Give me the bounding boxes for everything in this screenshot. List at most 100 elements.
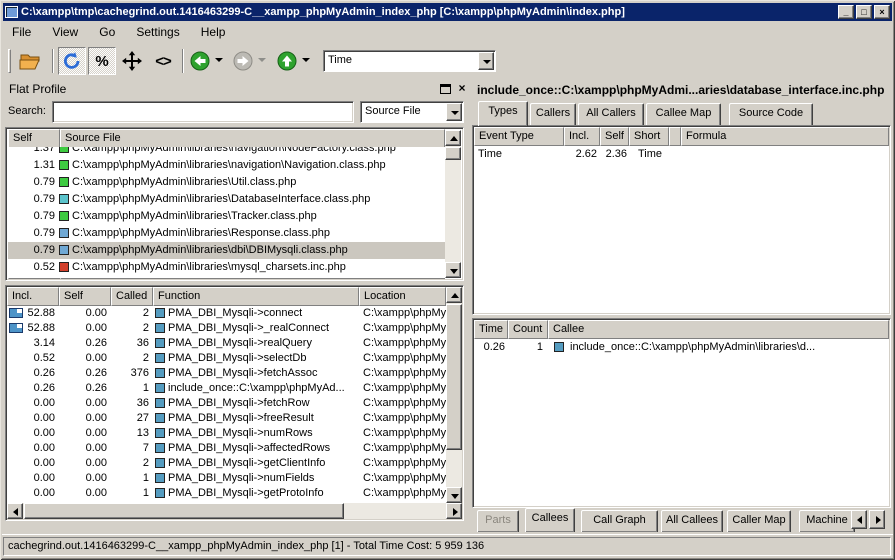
scrollbar-thumb[interactable] [445, 147, 461, 160]
event-type-combobox[interactable]: Time [323, 50, 496, 72]
tab-types[interactable]: Types [478, 101, 528, 126]
column-header-self[interactable]: Self [59, 287, 111, 306]
incl-cost: 0.26 [7, 366, 55, 381]
column-header-callee[interactable]: Callee [548, 320, 889, 339]
scrollbar-thumb[interactable] [446, 304, 462, 450]
callee-row[interactable]: 0.26 1 include_once::C:\xampp\phpMyAdmin… [474, 339, 889, 355]
expand-cost-button[interactable] [118, 47, 146, 75]
function-row[interactable]: 0.520.002 PMA_DBI_Mysqli->selectDbC:\xam… [7, 351, 446, 366]
scroll-down-button[interactable] [446, 487, 462, 503]
function-row[interactable]: 3.140.2636 PMA_DBI_Mysqli->realQueryC:\x… [7, 336, 446, 351]
source-file-row[interactable]: 0.79 C:\xampp\phpMyAdmin\libraries\Util.… [8, 174, 445, 191]
open-file-button[interactable] [17, 47, 45, 75]
tab-all-callers[interactable]: All Callers [578, 103, 644, 126]
column-header-function[interactable]: Function [153, 287, 359, 306]
function-row[interactable]: 0.000.001 PMA_DBI_Mysqli->numFieldsC:\xa… [7, 471, 446, 486]
cycle-detection-button[interactable]: <> [149, 47, 177, 75]
back-button[interactable] [188, 47, 212, 75]
incl-cost: 0.52 [7, 351, 55, 366]
tab-parts[interactable]: Parts [477, 510, 519, 532]
source-file-row[interactable]: 1.31 C:\xampp\phpMyAdmin\libraries\navig… [8, 157, 445, 174]
event-type-row[interactable]: Time 2.62 2.36 Time [474, 146, 889, 162]
column-header-self[interactable]: Self [600, 127, 629, 146]
percent-toggle-button[interactable]: % [88, 47, 116, 75]
minimize-button[interactable]: _ [838, 5, 854, 19]
column-header-formula[interactable]: Formula [681, 127, 889, 146]
source-file-row-selected[interactable]: 0.79 C:\xampp\phpMyAdmin\libraries\dbi\D… [8, 242, 445, 259]
scroll-down-button[interactable] [445, 262, 461, 278]
search-input[interactable] [52, 101, 354, 123]
group-by-combobox[interactable]: Source File [360, 101, 464, 123]
function-color-icon [155, 368, 165, 378]
self-cost: 0.26 [59, 366, 107, 381]
tabbar-scroll-left-button[interactable] [851, 510, 867, 529]
group-combobox-dropdown-button[interactable] [446, 103, 462, 121]
tab-label: All Callers [579, 104, 643, 119]
scroll-left-button[interactable] [7, 503, 23, 519]
tab-callees[interactable]: Callees [525, 508, 575, 532]
function-row[interactable]: 0.000.0027 PMA_DBI_Mysqli->freeResultC:\… [7, 411, 446, 426]
tab-source-code[interactable]: Source Code [729, 103, 813, 126]
file-path: C:\xampp\phpMyAdmin\libraries\navigation… [72, 147, 445, 157]
close-button[interactable]: × [874, 5, 890, 19]
function-row[interactable]: 0.000.007 PMA_DBI_Mysqli->affectedRowsC:… [7, 441, 446, 456]
column-header-count[interactable]: Count [508, 320, 548, 339]
scroll-right-button[interactable] [446, 503, 462, 519]
back-dropdown-caret[interactable] [215, 58, 223, 62]
column-header-location[interactable]: Location [359, 287, 446, 306]
source-file-row[interactable]: 0.52 C:\xampp\phpMyAdmin\libraries\user_… [8, 276, 445, 278]
tab-caller-map[interactable]: Caller Map [727, 510, 791, 532]
up-dropdown-caret[interactable] [302, 58, 310, 62]
tab-all-callees[interactable]: All Callees [661, 510, 723, 532]
source-file-row[interactable]: 1.37 C:\xampp\phpMyAdmin\libraries\navig… [8, 147, 445, 157]
menu-view[interactable]: View [43, 21, 87, 43]
column-header-called[interactable]: Called [111, 287, 153, 306]
forward-dropdown-caret[interactable] [258, 58, 266, 62]
function-row[interactable]: 0.260.26376 PMA_DBI_Mysqli->fetchAssocC:… [7, 366, 446, 381]
scroll-up-button[interactable] [446, 287, 462, 303]
tabbar-scroll-right-button[interactable] [869, 510, 885, 529]
column-header-time[interactable]: Time [474, 320, 508, 339]
function-row[interactable]: 0.000.0036 PMA_DBI_Mysqli->fetchRowC:\xa… [7, 396, 446, 411]
column-header-event-type[interactable]: Event Type [474, 127, 564, 146]
function-name: PMA_DBI_Mysqli->selectDb [168, 351, 360, 366]
column-header-incl[interactable]: Incl. [7, 287, 59, 306]
function-row[interactable]: 0.260.261 include_once::C:\xampp\phpMyAd… [7, 381, 446, 396]
function-row[interactable]: 0.000.002 PMA_DBI_Mysqli->getClientInfoC… [7, 456, 446, 471]
menu-go[interactable]: Go [90, 21, 124, 43]
toolbar-drag-handle[interactable] [8, 49, 11, 73]
dock-float-icon[interactable] [440, 84, 451, 94]
incl-cost: 52.88 [7, 306, 55, 321]
up-button[interactable] [275, 47, 299, 75]
forward-button[interactable] [231, 47, 255, 75]
source-file-row[interactable]: 0.52 C:\xampp\phpMyAdmin\libraries\mysql… [8, 259, 445, 276]
file-color-icon [59, 177, 69, 187]
function-list-horizontal-scrollbar[interactable] [7, 503, 462, 519]
maximize-button[interactable]: □ [856, 5, 872, 19]
combobox-dropdown-button[interactable] [478, 52, 494, 70]
function-row[interactable]: 52.880.002 PMA_DBI_Mysqli->connectC:\xam… [7, 306, 446, 321]
dock-close-icon[interactable]: × [456, 81, 468, 95]
function-list-vertical-scrollbar[interactable] [446, 287, 462, 503]
source-file-row[interactable]: 0.79 C:\xampp\phpMyAdmin\libraries\Track… [8, 208, 445, 225]
menu-settings[interactable]: Settings [127, 21, 188, 43]
tab-callers[interactable]: Callers [530, 103, 576, 126]
column-header-short[interactable]: Short [629, 127, 669, 146]
menu-file[interactable]: File [3, 21, 40, 43]
scroll-down-icon [451, 494, 459, 499]
menu-help[interactable]: Help [192, 21, 235, 43]
tab-machine[interactable]: Machine [799, 510, 855, 532]
function-row[interactable]: 0.000.001 PMA_DBI_Mysqli->getProtoInfoC:… [7, 486, 446, 501]
scroll-up-button[interactable] [445, 130, 461, 146]
function-name: PMA_DBI_Mysqli->fetchRow [168, 396, 360, 411]
scrollbar-thumb[interactable] [24, 503, 344, 519]
tab-call-graph[interactable]: Call Graph [581, 510, 658, 532]
source-file-row[interactable]: 0.79 C:\xampp\phpMyAdmin\libraries\Datab… [8, 191, 445, 208]
function-row[interactable]: 52.880.002 PMA_DBI_Mysqli->_realConnectC… [7, 321, 446, 336]
function-row[interactable]: 0.000.0013 PMA_DBI_Mysqli->numRowsC:\xam… [7, 426, 446, 441]
reload-button[interactable] [58, 47, 86, 75]
source-file-row[interactable]: 0.79 C:\xampp\phpMyAdmin\libraries\Respo… [8, 225, 445, 242]
column-header-incl[interactable]: Incl. [564, 127, 600, 146]
flat-list-vertical-scrollbar[interactable] [445, 130, 461, 278]
tab-callee-map[interactable]: Callee Map [646, 103, 721, 126]
